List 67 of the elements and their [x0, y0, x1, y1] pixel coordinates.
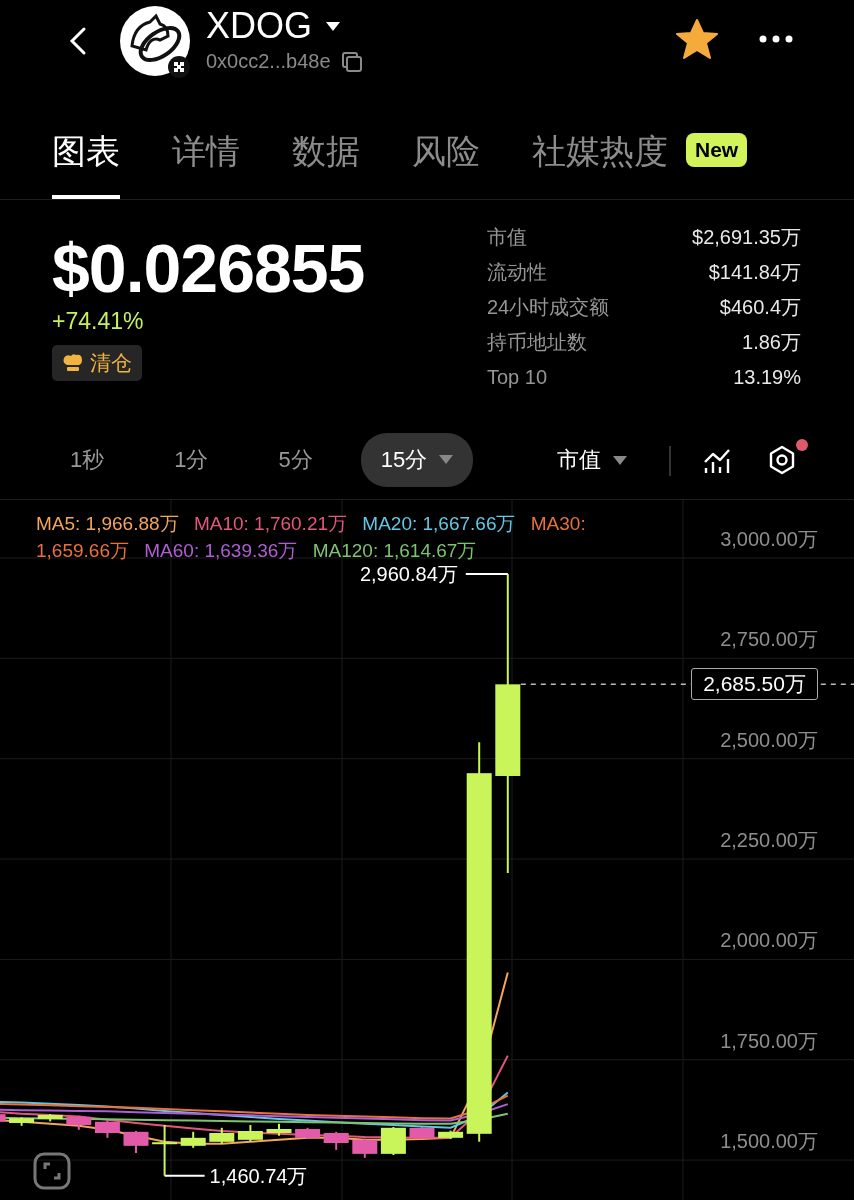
stat-label: 流动性	[487, 260, 547, 285]
token-logo	[120, 6, 190, 76]
contract-address: 0x0cc2...b48e	[206, 50, 331, 73]
tag-label: 清仓	[90, 350, 132, 376]
tab[interactable]: 社媒热度	[532, 133, 668, 199]
axis-label: 3,000.00万	[720, 528, 818, 550]
candle	[123, 1130, 149, 1155]
metric-dropdown[interactable]: 市值	[557, 445, 627, 475]
caret-icon	[613, 455, 627, 465]
candle	[152, 1124, 178, 1177]
candle	[0, 1114, 6, 1122]
caret-icon	[439, 455, 454, 464]
stat-label: 24小时成交额	[487, 295, 610, 320]
axis-label: 1,750.00万	[720, 1029, 818, 1052]
candle	[66, 1114, 92, 1131]
candle	[380, 1126, 406, 1157]
candle	[9, 1116, 35, 1127]
price-tag: 2,685.50万	[691, 668, 818, 701]
stat-value: $2,691.35万	[692, 225, 801, 250]
axis-label: 1,500.00万	[720, 1130, 818, 1153]
chart-legend: MA5: 1,966.88万 MA10: 1,760.21万 MA20: 1,667.66万 MA30: 1,659.66万 MA60: 1,639.36万 MA120: 1,614.67万	[36, 510, 636, 564]
interval-tab[interactable]: 1秒	[70, 434, 105, 485]
stat-label: 市值	[487, 225, 527, 250]
candle	[237, 1124, 263, 1143]
candle	[323, 1130, 349, 1151]
stat-value: $460.4万	[719, 295, 801, 320]
candle	[295, 1126, 321, 1141]
tab[interactable]: 数据	[292, 133, 360, 199]
candle	[352, 1137, 378, 1159]
candle	[37, 1113, 63, 1123]
copy-icon[interactable]	[340, 50, 363, 73]
interval-tab[interactable]: 15分	[360, 432, 474, 487]
more-icon[interactable]	[758, 34, 794, 44]
settings-icon[interactable]	[767, 445, 797, 475]
caret-icon[interactable]	[326, 21, 340, 31]
tab[interactable]: 风险	[412, 133, 480, 199]
token-price: $0.026855	[52, 230, 365, 306]
axis-label: 2,250.00万	[720, 829, 818, 852]
min-label: 1,460.74万	[209, 1164, 308, 1187]
candle	[180, 1130, 206, 1149]
tab[interactable]: 详情	[172, 133, 240, 199]
stat-value: $141.84万	[708, 260, 801, 285]
candle	[438, 1129, 464, 1141]
token-name[interactable]: XDOG	[206, 6, 312, 46]
candle	[209, 1126, 235, 1145]
max-label: 2,960.84万	[359, 562, 458, 585]
leader-line	[464, 572, 509, 575]
chain-badge-icon	[168, 56, 190, 78]
interval-tab[interactable]: 1分	[174, 434, 209, 485]
tab[interactable]: 图表	[52, 133, 120, 199]
star-icon[interactable]	[675, 18, 719, 60]
stat-value: 1.86万	[742, 330, 801, 355]
stat-label: Top 10	[487, 365, 548, 390]
interval-tab[interactable]: 5分	[278, 434, 313, 485]
candle	[409, 1126, 435, 1141]
new-badge: New	[686, 133, 748, 167]
stat-label: 持币地址数	[487, 330, 587, 355]
axis-label: 2,750.00万	[720, 628, 818, 651]
fullscreen-icon[interactable]	[33, 1152, 71, 1190]
axis-label: 2,000.00万	[720, 929, 818, 952]
axis-label: 2,500.00万	[720, 728, 818, 751]
leader-line	[163, 1174, 206, 1177]
stat-value: 13.19%	[733, 365, 801, 390]
price-change: +74.41%	[52, 308, 144, 335]
chef-hat-icon	[62, 353, 84, 373]
candle	[266, 1122, 292, 1137]
candle	[94, 1119, 120, 1139]
